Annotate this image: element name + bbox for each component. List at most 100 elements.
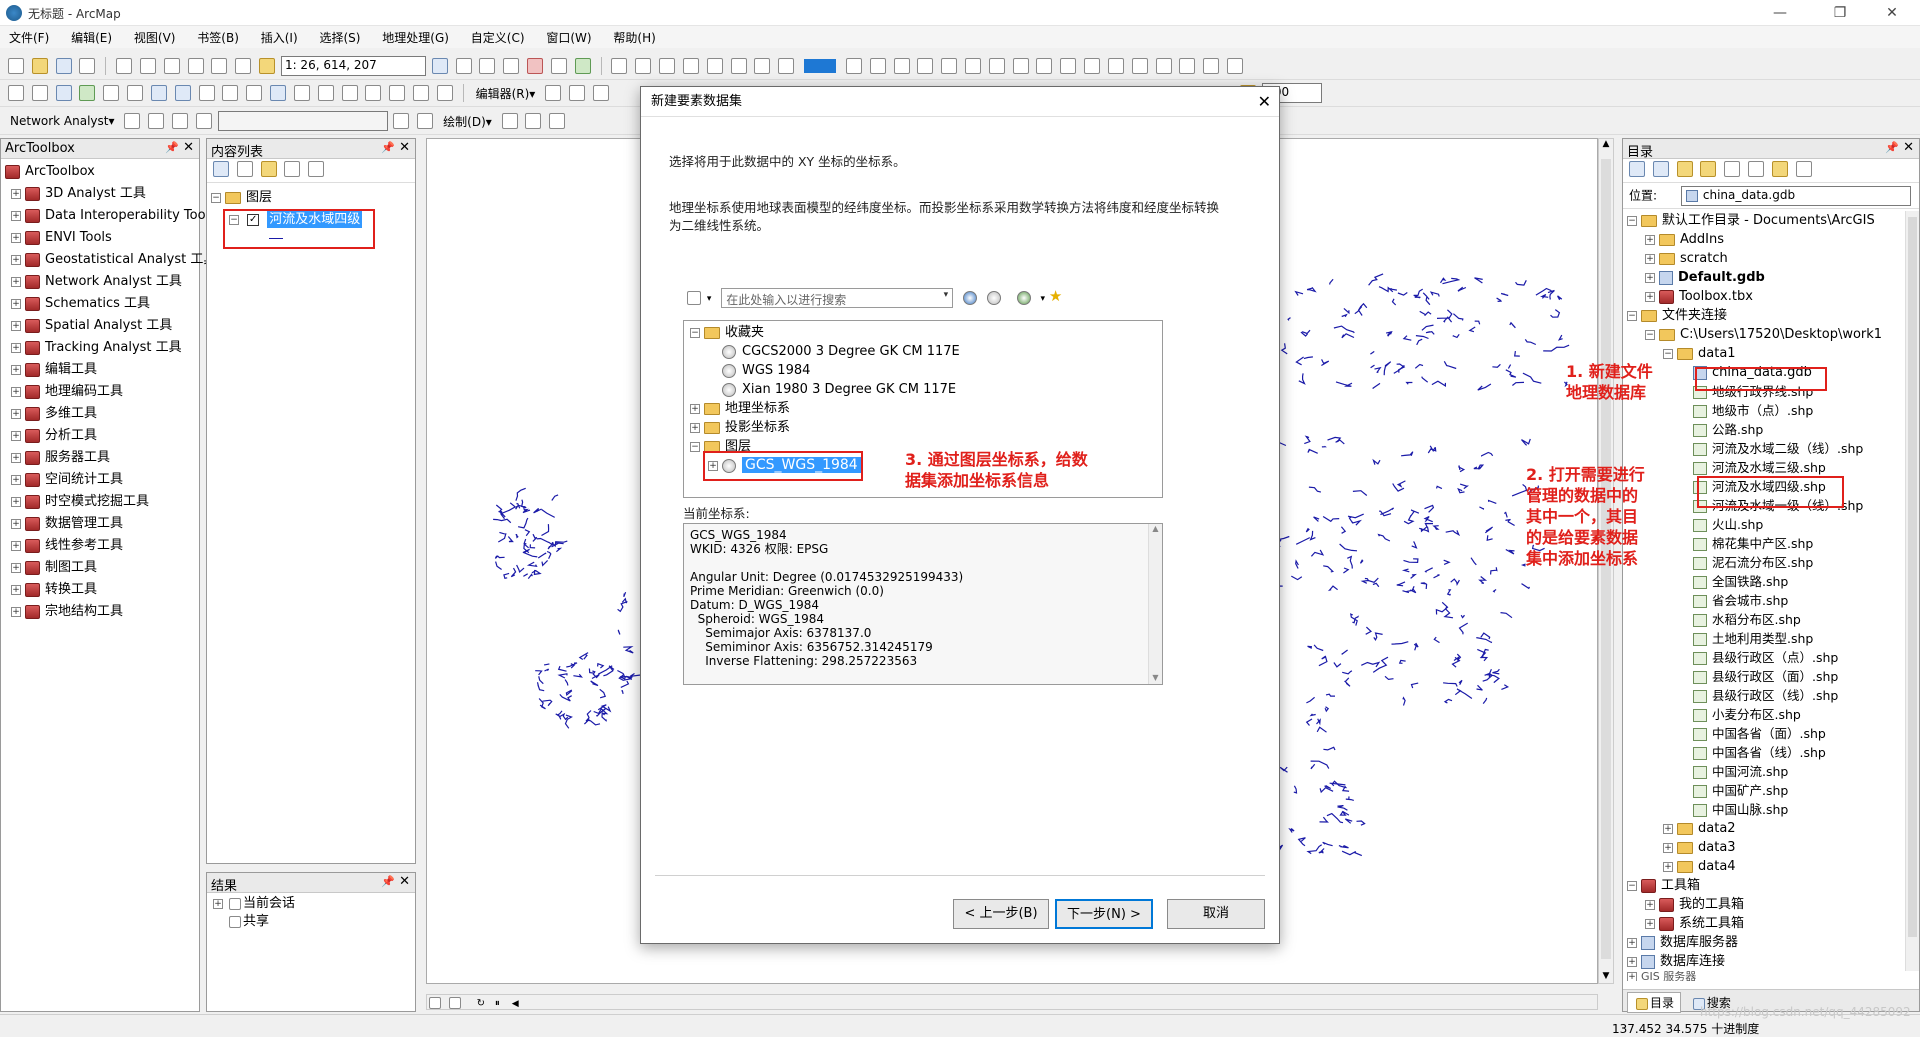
time-slider-icon[interactable]: [413, 85, 430, 101]
draw-menu[interactable]: 绘制(D)▾: [439, 113, 496, 130]
tool-icon[interactable]: [659, 58, 676, 74]
catalog-shapefile[interactable]: 中国各省（面）.shp: [1627, 724, 1915, 743]
connect-folder-icon[interactable]: [1724, 161, 1741, 177]
cs-favorites[interactable]: − 收藏夹: [690, 323, 1156, 342]
catalog-window-icon[interactable]: [479, 58, 496, 74]
tool-icon[interactable]: [869, 58, 886, 74]
tool-icon[interactable]: [988, 58, 1005, 74]
expand-icon[interactable]: +: [1627, 937, 1637, 948]
tool-icon[interactable]: [1155, 58, 1172, 74]
menu-customize[interactable]: 自定义(C): [462, 26, 534, 49]
toc-layers-root[interactable]: − 图层: [211, 187, 411, 209]
expand-icon[interactable]: +: [11, 540, 21, 551]
edit-tool-icon[interactable]: [592, 85, 609, 101]
views-icon[interactable]: [1748, 161, 1765, 177]
catalog-shapefile[interactable]: 全国铁路.shp: [1627, 572, 1915, 591]
catalog-shapefile[interactable]: 公路.shp: [1627, 420, 1915, 439]
collapse-icon[interactable]: −: [1645, 329, 1655, 340]
location-select[interactable]: china_data.gdb: [1680, 186, 1911, 206]
catalog-data-folder[interactable]: + data3: [1627, 838, 1915, 857]
menu-insert[interactable]: 插入(I): [252, 26, 307, 49]
clear-search-icon[interactable]: [986, 290, 1001, 305]
collapse-icon[interactable]: −: [1627, 880, 1637, 891]
expand-icon[interactable]: +: [690, 422, 700, 433]
close-panel-icon[interactable]: ✕: [399, 874, 410, 889]
arctoolbox-item[interactable]: + 空间统计工具: [5, 469, 195, 491]
tool-icon[interactable]: [917, 58, 934, 74]
expand-icon[interactable]: +: [1645, 234, 1655, 245]
zoom-out-icon[interactable]: [31, 85, 48, 101]
catalog-data1[interactable]: − data1: [1627, 344, 1915, 363]
scroll-up-icon[interactable]: ▲: [1599, 139, 1613, 149]
expand-icon[interactable]: +: [11, 232, 21, 243]
restore-button[interactable]: ❐: [1820, 2, 1860, 24]
expand-icon[interactable]: +: [11, 188, 21, 199]
map-horizontal-scrollbar[interactable]: ↻ ⏸ ◀: [426, 994, 1598, 1010]
expand-icon[interactable]: +: [11, 276, 21, 287]
catalog-shapefile[interactable]: 中国各省（线）.shp: [1627, 743, 1915, 762]
expand-icon[interactable]: +: [11, 518, 21, 529]
na-tool-icon[interactable]: [148, 113, 165, 129]
tool-icon[interactable]: [706, 58, 723, 74]
catalog-home[interactable]: − 默认工作目录 - Documents\ArcGIS: [1627, 211, 1915, 230]
arctoolbox-window-icon[interactable]: [527, 58, 544, 74]
open-icon[interactable]: [31, 58, 48, 74]
tool-icon[interactable]: [1060, 58, 1077, 74]
catalog-toolboxes[interactable]: − 工具箱: [1627, 876, 1915, 895]
expand-icon[interactable]: +: [11, 254, 21, 265]
arctoolbox-item[interactable]: + Tracking Analyst 工具: [5, 337, 195, 359]
next-button[interactable]: 下一步(N) >: [1055, 899, 1153, 929]
draw-rotate-icon[interactable]: [525, 113, 542, 129]
arctoolbox-item[interactable]: + Geostatistical Analyst 工具: [5, 249, 216, 271]
catalog-shapefile[interactable]: 河流及水域三级.shp: [1627, 458, 1915, 477]
results-shared[interactable]: 共享: [213, 913, 409, 931]
paste-icon[interactable]: [163, 58, 180, 74]
catalog-work-folder[interactable]: − C:\Users\17520\Desktop\work1: [1627, 325, 1915, 344]
full-extent-icon[interactable]: [79, 85, 96, 101]
filter-icon[interactable]: [687, 290, 701, 305]
expand-icon[interactable]: +: [1645, 272, 1655, 283]
add-cs-dropdown-icon[interactable]: ▾: [1041, 294, 1046, 304]
pin-icon[interactable]: 📌: [381, 875, 395, 888]
tool-icon[interactable]: [1227, 58, 1244, 74]
draw-zoom-icon[interactable]: [549, 113, 566, 129]
expand-icon[interactable]: +: [11, 474, 21, 485]
catalog-data-folder[interactable]: + data4: [1627, 857, 1915, 876]
catalog-shapefile[interactable]: 中国山脉.shp: [1627, 800, 1915, 819]
edit-tool-icon[interactable]: [545, 85, 562, 101]
identify-icon[interactable]: [270, 85, 287, 101]
filter-dropdown-icon[interactable]: ▾: [707, 294, 712, 304]
tool-icon[interactable]: [1012, 58, 1029, 74]
minimize-button[interactable]: —: [1760, 2, 1800, 24]
delete-icon[interactable]: [187, 58, 204, 74]
menu-bookmarks[interactable]: 书签(B): [188, 26, 248, 49]
pin-icon[interactable]: 📌: [1885, 141, 1899, 154]
tool-icon[interactable]: [635, 58, 652, 74]
layout-view-icon[interactable]: [429, 997, 441, 1009]
menu-geoprocessing[interactable]: 地理处理(G): [373, 26, 458, 49]
pin-icon[interactable]: 📌: [381, 141, 395, 154]
arctoolbox-item[interactable]: + 时空模式挖掘工具: [5, 491, 195, 513]
arctoolbox-item[interactable]: + 转换工具: [5, 579, 195, 601]
results-current-session[interactable]: + 当前会话: [213, 895, 409, 913]
catalog-home-item[interactable]: + AddIns: [1627, 230, 1915, 249]
arctoolbox-item[interactable]: + 服务器工具: [5, 447, 195, 469]
refresh-icon[interactable]: ↻: [477, 998, 485, 1009]
arctoolbox-item[interactable]: + 宗地结构工具: [5, 601, 195, 623]
tool-icon[interactable]: [1131, 58, 1148, 74]
collapse-icon[interactable]: −: [1663, 348, 1673, 359]
tool-icon[interactable]: [941, 58, 958, 74]
expand-icon[interactable]: +: [690, 403, 700, 414]
cs-fav-item[interactable]: Xian 1980 3 Degree GK CM 117E: [690, 380, 1156, 399]
goto-xy-icon[interactable]: [389, 85, 406, 101]
home-icon[interactable]: [1700, 161, 1717, 177]
tool-icon[interactable]: [1107, 58, 1124, 74]
catalog-gis-servers[interactable]: + GIS 服务器: [1627, 971, 1915, 981]
arctoolbox-item[interactable]: + Spatial Analyst 工具: [5, 315, 195, 337]
search-window-icon[interactable]: [503, 58, 520, 74]
arctoolbox-item[interactable]: + Schematics 工具: [5, 293, 195, 315]
catalog-shapefile[interactable]: 中国河流.shp: [1627, 762, 1915, 781]
python-window-icon[interactable]: [550, 58, 567, 74]
expand-icon[interactable]: +: [1663, 861, 1673, 872]
expand-icon[interactable]: +: [11, 408, 21, 419]
